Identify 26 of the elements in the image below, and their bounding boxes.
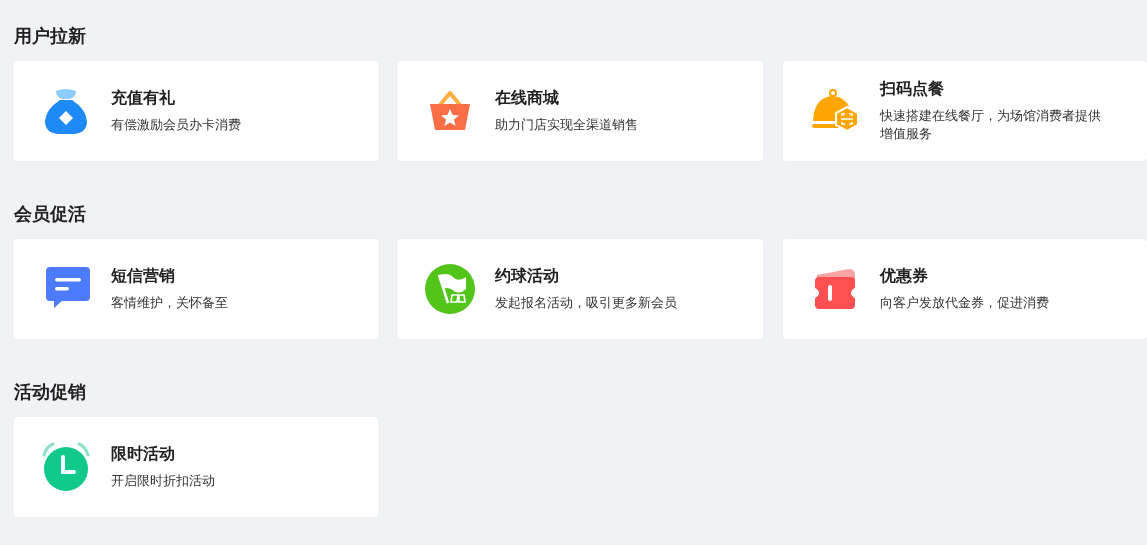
feature-card[interactable]: 约球活动 发起报名活动，吸引更多新会员 bbox=[398, 239, 763, 339]
card-title: 限时活动 bbox=[111, 444, 175, 464]
card-title: 优惠券 bbox=[879, 266, 928, 286]
feature-card[interactable]: 充值有礼 有偿激励会员办卡消费 bbox=[14, 61, 379, 161]
section-heading: 用户拉新 bbox=[14, 25, 86, 48]
section-heading: 会员促活 bbox=[14, 203, 86, 226]
card-title: 约球活动 bbox=[495, 266, 560, 286]
feature-card[interactable]: 在线商城 助力门店实现全渠道销售 bbox=[398, 61, 763, 161]
card-description: 开启限时折扣活动 bbox=[111, 472, 215, 490]
card-description: 向客户发放代金券，促进消费 bbox=[879, 294, 1049, 312]
card-title: 充值有礼 bbox=[111, 88, 175, 108]
card-description: 客情维护，关怀备至 bbox=[111, 294, 228, 312]
card-title: 短信营销 bbox=[111, 266, 175, 286]
card-description: 有偿激励会员办卡消费 bbox=[111, 116, 241, 134]
feature-card[interactable]: 扫码点餐 快速搭建在线餐厅，为场馆消费者提供增值服务 bbox=[782, 61, 1147, 161]
card-title: 扫码点餐 bbox=[879, 79, 944, 99]
feature-card[interactable]: 短信营销 客情维护，关怀备至 bbox=[14, 239, 379, 339]
card-description: 快速搭建在线餐厅，为场馆消费者提供增值服务 bbox=[879, 107, 1102, 143]
section-heading: 活动促销 bbox=[14, 381, 86, 404]
card-description: 发起报名活动，吸引更多新会员 bbox=[495, 294, 678, 312]
feature-card[interactable]: 限时活动 开启限时折扣活动 bbox=[14, 417, 379, 517]
feature-card[interactable]: 优惠券 向客户发放代金券，促进消费 bbox=[782, 239, 1147, 339]
card-title: 在线商城 bbox=[495, 88, 560, 108]
flag-icon bbox=[424, 263, 477, 315]
alarm-clock-icon bbox=[40, 441, 92, 493]
card-description: 助力门店实现全渠道销售 bbox=[495, 116, 639, 134]
